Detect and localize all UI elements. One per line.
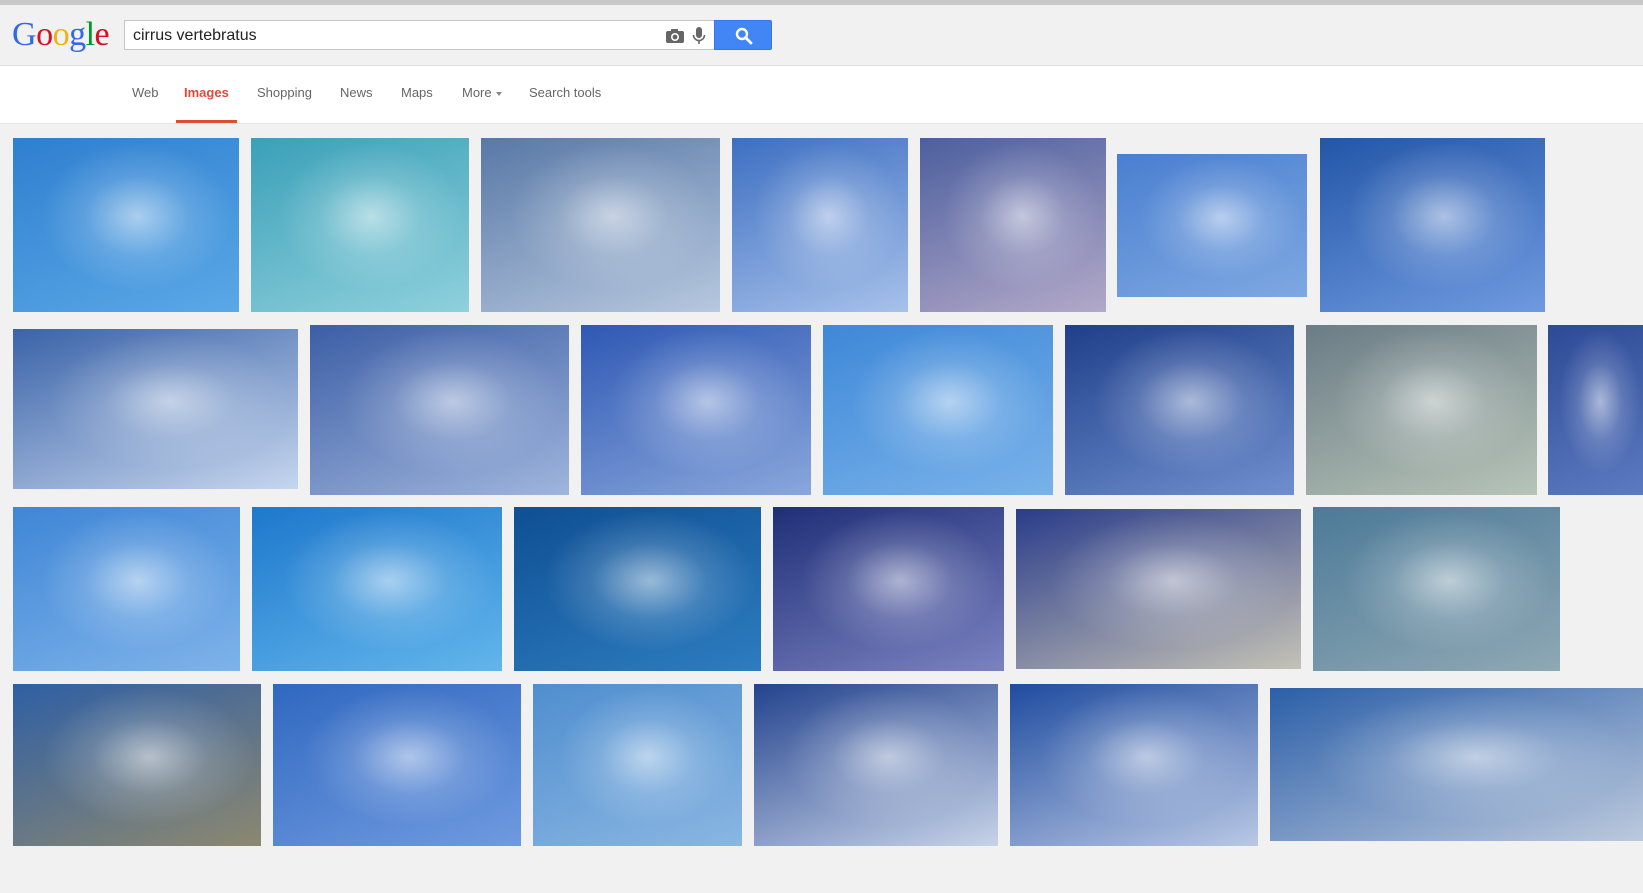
image-result-thumbnail[interactable] xyxy=(920,138,1106,312)
image-result-thumbnail[interactable] xyxy=(481,138,720,312)
image-result-thumbnail[interactable] xyxy=(13,329,298,489)
tab-news[interactable]: News xyxy=(332,66,381,123)
tab-maps[interactable]: Maps xyxy=(393,66,441,123)
header-bar: Google xyxy=(0,5,1643,66)
microphone-icon[interactable] xyxy=(692,26,706,46)
image-result-thumbnail[interactable] xyxy=(13,138,239,312)
image-result-thumbnail[interactable] xyxy=(581,325,811,495)
magnifier-icon xyxy=(735,27,753,45)
image-result-thumbnail[interactable] xyxy=(1010,684,1258,846)
logo-letter: G xyxy=(12,16,37,53)
logo-letter: g xyxy=(69,16,86,53)
image-result-thumbnail[interactable] xyxy=(1306,325,1537,495)
image-result-thumbnail[interactable] xyxy=(823,325,1053,495)
chevron-down-icon xyxy=(495,91,502,96)
tab-more-label: More xyxy=(462,85,492,100)
camera-icon[interactable] xyxy=(665,28,685,44)
image-result-thumbnail[interactable] xyxy=(1313,507,1560,671)
google-logo[interactable]: Google xyxy=(12,15,110,55)
tab-web[interactable]: Web xyxy=(124,66,167,123)
tab-images[interactable]: Images xyxy=(176,66,237,123)
image-result-thumbnail[interactable] xyxy=(273,684,521,846)
image-result-thumbnail[interactable] xyxy=(1548,325,1643,495)
image-result-thumbnail[interactable] xyxy=(514,507,761,671)
search-box xyxy=(124,20,714,50)
image-result-thumbnail[interactable] xyxy=(252,507,502,671)
logo-letter: l xyxy=(85,16,95,53)
image-result-thumbnail[interactable] xyxy=(1117,154,1307,297)
image-result-thumbnail[interactable] xyxy=(13,507,240,671)
logo-letter: o xyxy=(36,16,53,53)
image-result-thumbnail[interactable] xyxy=(13,684,261,846)
image-result-thumbnail[interactable] xyxy=(310,325,569,495)
tab-more[interactable]: More xyxy=(454,66,510,123)
image-result-thumbnail[interactable] xyxy=(251,138,469,312)
search-nav: Web Images Shopping News Maps More Searc… xyxy=(0,66,1643,124)
logo-letter: e xyxy=(94,16,110,53)
search-input[interactable] xyxy=(133,25,653,47)
image-result-thumbnail[interactable] xyxy=(773,507,1004,671)
search-tools-button[interactable]: Search tools xyxy=(521,66,609,123)
image-result-thumbnail[interactable] xyxy=(1065,325,1294,495)
search-button[interactable] xyxy=(714,20,772,50)
image-result-thumbnail[interactable] xyxy=(1320,138,1545,312)
logo-letter: o xyxy=(52,16,70,53)
image-result-thumbnail[interactable] xyxy=(732,138,908,312)
tab-shopping[interactable]: Shopping xyxy=(249,66,320,123)
image-result-thumbnail[interactable] xyxy=(1016,509,1301,669)
image-result-thumbnail[interactable] xyxy=(1270,688,1643,841)
image-result-thumbnail[interactable] xyxy=(754,684,998,846)
image-result-thumbnail[interactable] xyxy=(533,684,742,846)
